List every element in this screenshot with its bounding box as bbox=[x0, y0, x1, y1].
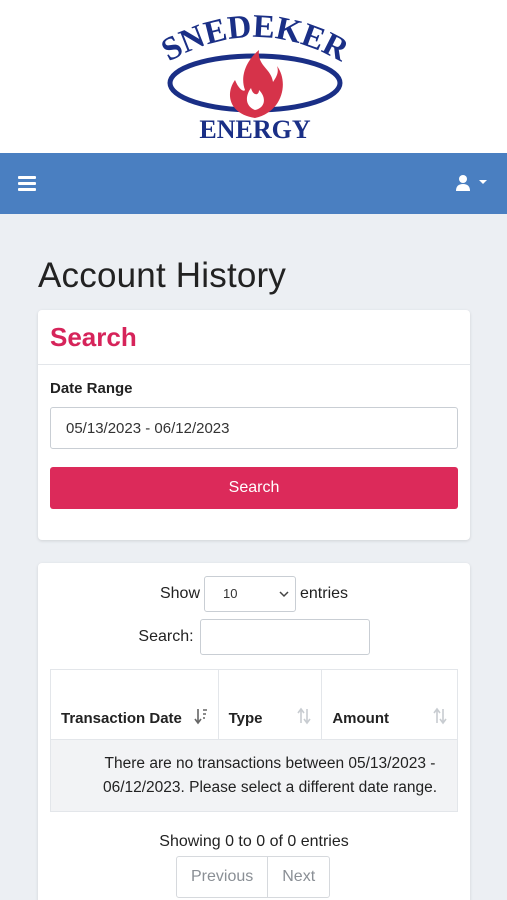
date-range-label: Date Range bbox=[50, 380, 133, 397]
user-menu-toggle[interactable] bbox=[455, 173, 489, 195]
brand-header: SNEDEKER ENERGY bbox=[0, 0, 507, 153]
empty-table-message: There are no transactions between 05/13/… bbox=[50, 739, 458, 812]
search-panel-header: Search bbox=[38, 310, 470, 365]
date-range-input[interactable] bbox=[50, 407, 458, 449]
column-label: Type bbox=[228, 710, 263, 727]
table-filter: Search: bbox=[38, 619, 470, 655]
transactions-table: Transaction Date Type Amount There are n… bbox=[50, 669, 458, 812]
sort-desc-icon bbox=[193, 709, 207, 725]
pagination: Previous Next bbox=[176, 856, 331, 898]
transactions-panel: Show 10 entries Search: Transaction Date bbox=[38, 563, 470, 900]
column-label: Transaction Date bbox=[61, 710, 182, 727]
top-navbar bbox=[0, 153, 507, 214]
snedeker-energy-logo: SNEDEKER ENERGY bbox=[156, 10, 355, 144]
show-label: Show bbox=[159, 585, 200, 602]
search-panel-title: Search bbox=[50, 322, 137, 352]
page-title: Account History bbox=[38, 256, 287, 295]
column-label: Amount bbox=[332, 710, 389, 727]
column-header-transaction-date[interactable]: Transaction Date bbox=[50, 669, 219, 740]
search-panel: Search Date Range Search bbox=[38, 310, 470, 540]
table-header-row: Transaction Date Type Amount bbox=[50, 669, 458, 740]
previous-page-button[interactable]: Previous bbox=[177, 857, 267, 897]
entries-label: entries bbox=[300, 585, 349, 602]
column-header-amount[interactable]: Amount bbox=[321, 669, 458, 740]
chevron-down-icon bbox=[279, 591, 289, 598]
svg-text:ENERGY: ENERGY bbox=[199, 115, 310, 144]
hamburger-icon[interactable] bbox=[18, 176, 36, 192]
user-icon bbox=[456, 175, 470, 191]
page-length-select[interactable]: 10 bbox=[204, 576, 296, 612]
page-length-control: Show 10 entries bbox=[38, 576, 470, 612]
sort-icon bbox=[433, 707, 447, 725]
table-row: There are no transactions between 05/13/… bbox=[50, 739, 458, 812]
caret-down-icon bbox=[479, 180, 487, 184]
column-header-type[interactable]: Type bbox=[217, 669, 323, 740]
page-length-value: 10 bbox=[223, 586, 238, 601]
next-page-button[interactable]: Next bbox=[267, 857, 329, 897]
table-info: Showing 0 to 0 of 0 entries bbox=[159, 833, 349, 850]
table-search-label: Search: bbox=[138, 628, 194, 645]
search-button[interactable]: Search bbox=[50, 467, 458, 509]
sort-icon bbox=[297, 707, 311, 725]
table-search-input[interactable] bbox=[199, 619, 370, 655]
